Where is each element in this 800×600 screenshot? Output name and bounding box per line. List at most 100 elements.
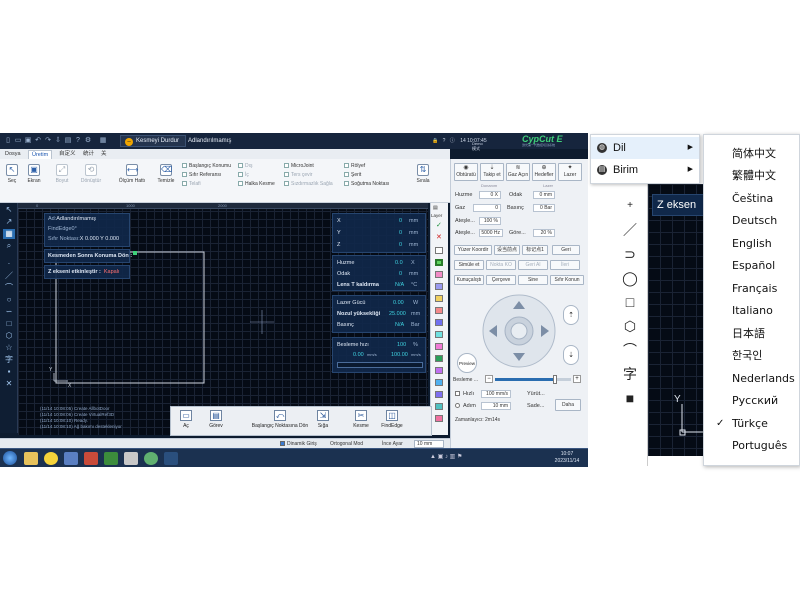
more-button[interactable]: Daha <box>555 399 581 411</box>
polygon-tool-icon[interactable]: ⬡ <box>3 331 15 341</box>
beam-input[interactable]: 0 X <box>479 191 501 199</box>
forward-button[interactable]: İleri <box>550 260 580 270</box>
tab-dosya[interactable]: Dosya <box>2 150 24 159</box>
strip-button[interactable]: Şerit <box>344 172 361 179</box>
language-option[interactable]: Čeština <box>704 188 799 210</box>
settings-icon[interactable]: ⚙ <box>84 136 92 145</box>
fill-tool-icon[interactable]: ▪ <box>3 367 15 377</box>
circle-tool-icon[interactable]: ◯ <box>622 270 638 286</box>
layer-color-darkgreen[interactable] <box>435 355 443 362</box>
sort-button[interactable]: ⇅ Sırala <box>412 164 434 184</box>
compensation-button[interactable]: Telafi <box>182 181 201 188</box>
delete-tool-icon[interactable]: ✕ <box>3 379 15 389</box>
line-tool-icon[interactable]: ／ <box>622 222 638 238</box>
language-option[interactable]: Français <box>704 278 799 300</box>
layer-color-teal[interactable] <box>435 403 443 410</box>
layer-color-salmon[interactable] <box>435 307 443 314</box>
curve-tool-icon[interactable]: ∽ <box>3 307 15 317</box>
simulate-button[interactable]: Simüle et <box>454 260 484 270</box>
feed-plus-button[interactable]: + <box>573 375 581 383</box>
undo-move-button[interactable]: Geri Al <box>518 260 548 270</box>
polygon-tool-icon[interactable]: ⬡ <box>622 318 638 334</box>
open-button[interactable]: ▭ Aç <box>175 409 197 435</box>
relief-button[interactable]: Rölyef <box>344 163 365 170</box>
findedge-button[interactable]: ◫ FindEdge <box>377 409 407 435</box>
text-tool-icon[interactable]: 字 <box>3 355 15 365</box>
rect-tool-icon[interactable]: □ <box>3 319 15 329</box>
layer-color-cyan[interactable] <box>435 331 443 338</box>
step-input[interactable]: 10 mm <box>481 402 511 410</box>
curve-tool-icon[interactable]: ⌒ <box>622 342 638 358</box>
stop-cutting-button[interactable]: – Kesmeyi Durdur <box>120 135 187 147</box>
transform-button[interactable]: ⟲ Dönüştür <box>78 164 104 184</box>
fit-button[interactable]: ⇲ Sığa <box>311 409 335 435</box>
z-down-button[interactable]: ⇣ <box>563 345 579 365</box>
text-tool-icon[interactable]: 字 <box>622 366 638 382</box>
layer-color-green[interactable] <box>435 259 443 266</box>
close-icon[interactable]: ✕ <box>436 233 442 241</box>
dot-tool-icon[interactable]: · <box>3 259 15 269</box>
help-icon[interactable]: ? <box>74 136 82 145</box>
tab-stats[interactable]: 统计 <box>80 150 97 159</box>
info-icon[interactable]: ⓘ <box>450 138 455 144</box>
display-button[interactable]: ▣ Ekran <box>24 164 44 184</box>
floating-coord-button[interactable]: Yüzer Koordir <box>454 245 492 255</box>
size-button[interactable]: ⤢ Boyut <box>52 164 72 184</box>
jog-pad[interactable] <box>481 293 557 369</box>
select-button[interactable]: ↖ Seç <box>4 164 20 184</box>
layer-color-violet[interactable] <box>435 391 443 398</box>
z-up-button[interactable]: ⇡ <box>563 305 579 325</box>
drawing-canvas[interactable]: Y X 0 1000 2000 Ad:Adlandırılmamış FindE… <box>18 203 428 435</box>
zoom-tool-icon[interactable]: ⌕ <box>3 241 15 251</box>
layer-color-magenta[interactable] <box>435 343 443 350</box>
preview-button[interactable]: Preview <box>457 353 477 373</box>
step-option[interactable]: Adım <box>455 403 476 409</box>
laser-button[interactable]: ✦ Lazer <box>558 163 582 181</box>
cut-button[interactable]: ✂ Kesme <box>347 409 375 435</box>
move-cmd-1-button[interactable]: 设当前点 <box>494 245 520 255</box>
feed-minus-button[interactable]: − <box>485 375 493 383</box>
point-ko-button[interactable]: Nokta KO <box>486 260 516 270</box>
follow-button[interactable]: ⇣ Takip et <box>480 163 504 181</box>
layer-color-purple[interactable] <box>435 367 443 374</box>
fast-option[interactable]: Hızlı <box>455 391 474 397</box>
chat-taskbar-icon[interactable] <box>104 452 118 465</box>
media-taskbar-icon[interactable] <box>84 452 98 465</box>
language-option-selected[interactable]: ✓ Türkçe <box>704 413 799 435</box>
dot-tool-icon[interactable]: + <box>622 198 638 214</box>
tab-custom[interactable]: 自定义 <box>56 150 79 159</box>
return-to-start-button[interactable]: ⤺ Başlangıç Noktasına Dön <box>245 409 315 435</box>
shutter-button[interactable]: ◉ Obtüratü <box>454 163 478 181</box>
fill-tool-icon[interactable]: ■ <box>622 390 638 406</box>
back-button[interactable]: Geri <box>552 245 580 255</box>
line-tool-icon[interactable]: ／ <box>3 271 15 281</box>
focus-input[interactable]: 0 mm <box>533 191 555 199</box>
star-tool-icon[interactable]: ☆ <box>3 343 15 353</box>
frame-button[interactable]: Çerçeve <box>486 275 516 285</box>
feed-slider[interactable] <box>495 375 571 384</box>
layer-color-lavender[interactable] <box>435 283 443 290</box>
open-file-icon[interactable]: ▭ <box>14 136 22 145</box>
task-button[interactable]: ▤ Görev <box>203 409 229 435</box>
chart-icon[interactable]: ▤ <box>64 136 72 145</box>
language-option[interactable]: Nederlands <box>704 368 799 390</box>
language-option[interactable]: Deutsch <box>704 210 799 232</box>
ring-cut-button[interactable]: Halka Kesme <box>238 181 275 188</box>
language-option[interactable]: Pусский <box>704 390 799 412</box>
reverse-button[interactable]: Ters çevir <box>284 172 312 179</box>
outer-button[interactable]: Dış <box>238 163 253 170</box>
import-icon[interactable]: ⇩ <box>54 136 62 145</box>
chrome-taskbar-icon[interactable] <box>124 452 138 465</box>
fire-percent-input[interactable]: 100 % <box>479 217 501 225</box>
layer-color-rose[interactable] <box>435 415 443 422</box>
layer-color-sky[interactable] <box>435 379 443 386</box>
measure-line-button[interactable]: ⟷ Ölçüm Hattı <box>114 164 150 184</box>
targets-button[interactable]: ⊕ Hedefler <box>532 163 556 181</box>
step-select[interactable]: 10 mm <box>414 440 444 448</box>
cooling-point-button[interactable]: Soğutma Noktası <box>344 181 389 188</box>
duty-input[interactable]: 20 % <box>533 229 555 237</box>
gas-open-button[interactable]: ≋ Gaz Açın <box>506 163 530 181</box>
start-button[interactable] <box>3 451 17 465</box>
language-option[interactable]: Português <box>704 435 799 457</box>
menu-item-language[interactable]: ◍ Dil ▶ <box>591 137 699 159</box>
